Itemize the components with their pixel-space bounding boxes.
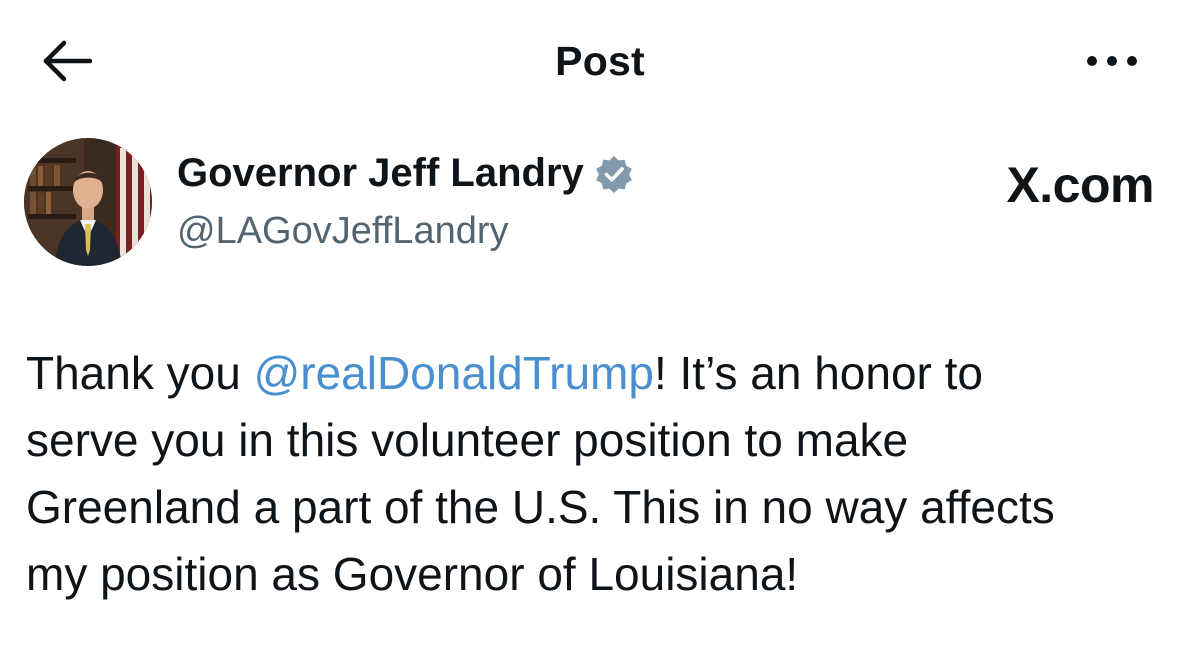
page-title: Post bbox=[555, 38, 645, 84]
post-text-segment: ! It’s an honor to bbox=[653, 347, 983, 399]
more-horizontal-icon bbox=[1087, 56, 1137, 66]
post-text-segment: Thank you bbox=[26, 347, 254, 399]
post-author: Governor Jeff Landry @LAGovJeffLandry bbox=[24, 136, 924, 268]
top-navigation-bar: Post bbox=[0, 0, 1200, 120]
mention-link[interactable]: @realDonaldTrump bbox=[254, 347, 654, 399]
post-line-3: Greenland a part of the U.S. This in no … bbox=[26, 481, 1055, 533]
post-line-4: my position as Governor of Louisiana! bbox=[26, 548, 799, 600]
more-options-button[interactable] bbox=[1080, 46, 1144, 76]
author-handle[interactable]: @LAGovJeffLandry bbox=[177, 210, 509, 253]
avatar-image bbox=[24, 138, 152, 266]
post-line-2: serve you in this volunteer position to … bbox=[26, 414, 909, 466]
verified-badge-icon bbox=[594, 154, 634, 194]
post-line-1: Thank you @realDonaldTrump! It’s an hono… bbox=[26, 340, 1166, 407]
author-display-name[interactable]: Governor Jeff Landry bbox=[177, 151, 634, 196]
display-name-text: Governor Jeff Landry bbox=[177, 151, 584, 195]
site-watermark: X.com bbox=[1006, 157, 1154, 213]
avatar[interactable] bbox=[24, 138, 152, 266]
post-body: Thank you @realDonaldTrump! It’s an hono… bbox=[26, 340, 1166, 608]
